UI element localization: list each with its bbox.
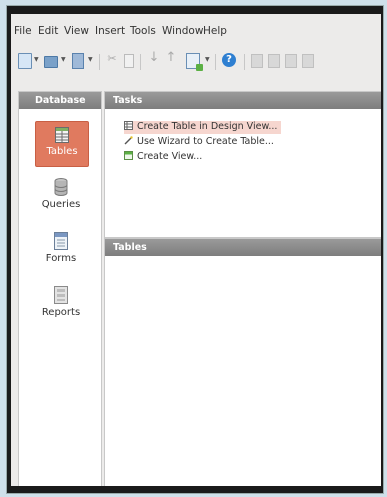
sidebar-item-reports[interactable]: Reports <box>35 286 87 318</box>
toolbar-separator <box>140 54 141 70</box>
menu-tools[interactable]: Tools <box>130 25 156 37</box>
chevron-down-icon[interactable]: ▼ <box>61 56 66 63</box>
sidebar-item-label: Reports <box>41 307 81 318</box>
tasks-panel: Tasks Create Table in Design View... Use… <box>104 91 381 238</box>
task-label: Create Table in Design View... <box>137 121 278 132</box>
chevron-down-icon[interactable]: ▼ <box>88 56 93 63</box>
form-document-icon[interactable] <box>186 53 203 71</box>
sidebar-item-forms[interactable]: Forms <box>35 232 87 264</box>
sidebar-item-tables[interactable]: Tables <box>35 121 89 167</box>
menu-help[interactable]: Help <box>203 25 227 37</box>
database-sidebar: Database Tables Queries Forms Reports <box>18 91 102 486</box>
tables-list[interactable] <box>105 257 381 486</box>
use-wizard-create-table-link[interactable]: Use Wizard to Create Table... <box>124 136 274 149</box>
save-icon[interactable] <box>72 53 84 69</box>
task-label: Use Wizard to Create Table... <box>137 136 274 147</box>
query-icon <box>54 178 68 196</box>
chevron-down-icon[interactable]: ▼ <box>205 56 210 63</box>
cut-icon[interactable]: ✂ <box>106 52 118 66</box>
task-label: Create View... <box>137 151 203 162</box>
report-icon <box>54 286 68 304</box>
toolbar-separator <box>244 54 245 70</box>
create-table-design-view-link[interactable]: Create Table in Design View... <box>124 121 282 134</box>
sidebar-item-label: Queries <box>41 199 81 210</box>
sidebar-item-label: Forms <box>45 253 77 264</box>
base-app-window: File Edit View Insert Tools Window Help … <box>11 14 381 486</box>
new-document-icon[interactable] <box>18 53 32 69</box>
copy-icon[interactable] <box>124 54 134 68</box>
toolbar: ▼ ▼ ▼ ✂ ↓ ↑ ▼ ? <box>11 50 381 74</box>
menu-view[interactable]: View <box>64 25 89 37</box>
form-icon[interactable] <box>251 54 263 68</box>
toolbar-separator <box>99 54 100 70</box>
open-folder-icon[interactable] <box>44 56 58 68</box>
view-icon <box>124 151 133 160</box>
create-view-link[interactable]: Create View... <box>124 151 202 164</box>
table-icon <box>55 127 69 143</box>
report-icon[interactable] <box>268 54 280 68</box>
menu-insert[interactable]: Insert <box>95 25 125 37</box>
sort-descending-icon[interactable]: ↓ <box>148 50 160 65</box>
form-icon <box>54 232 68 250</box>
design-view-icon <box>124 121 133 130</box>
chevron-down-icon[interactable]: ▼ <box>34 56 39 63</box>
sidebar-item-label: Tables <box>46 146 78 157</box>
menubar: File Edit View Insert Tools Window Help <box>11 25 381 41</box>
menu-file[interactable]: File <box>14 25 32 37</box>
tables-panel: Tables <box>104 238 381 486</box>
query-icon[interactable] <box>285 54 297 68</box>
menu-edit[interactable]: Edit <box>38 25 58 37</box>
sort-ascending-icon[interactable]: ↑ <box>165 50 177 65</box>
sidebar-header: Database <box>19 92 101 109</box>
table-icon[interactable] <box>302 54 314 68</box>
toolbar-separator <box>215 54 216 70</box>
sidebar-item-queries[interactable]: Queries <box>35 178 87 210</box>
tasks-header: Tasks <box>105 92 381 109</box>
menu-window[interactable]: Window <box>162 25 203 37</box>
help-icon[interactable]: ? <box>222 53 236 67</box>
wizard-wand-icon <box>124 136 133 145</box>
tables-header: Tables <box>105 239 381 256</box>
